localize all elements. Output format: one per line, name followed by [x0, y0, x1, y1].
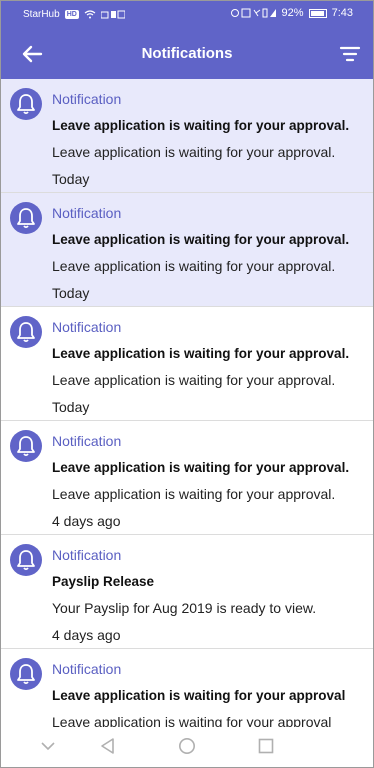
notification-time: 4 days ago	[52, 513, 121, 529]
notification-category: Notification	[52, 205, 122, 221]
bell-icon	[10, 202, 42, 234]
notification-body: Leave application is waiting for your ap…	[52, 714, 332, 727]
notification-category: Notification	[52, 547, 122, 563]
notification-category: Notification	[52, 433, 122, 449]
notification-category: Notification	[52, 319, 122, 335]
bell-icon	[10, 658, 42, 690]
bell-icon	[10, 88, 42, 120]
notification-subject: Leave application is waiting for your ap…	[52, 688, 346, 703]
filter-icon[interactable]	[339, 45, 361, 63]
network-badge: HD	[64, 10, 79, 19]
notification-category: Notification	[52, 661, 122, 677]
app-bar: Notifications	[1, 29, 373, 79]
notification-time: 4 days ago	[52, 627, 121, 643]
notification-item[interactable]: Notification Leave application is waitin…	[1, 649, 373, 727]
notification-body: Leave application is waiting for your ap…	[52, 144, 336, 160]
page-title: Notifications	[141, 45, 233, 62]
notification-item[interactable]: Notification Leave application is waitin…	[1, 79, 373, 193]
wifi-icon	[84, 10, 96, 19]
bell-icon	[10, 430, 42, 462]
system-navigation-bar	[1, 727, 373, 767]
notification-item[interactable]: Notification Leave application is waitin…	[1, 307, 373, 421]
back-triangle-icon[interactable]	[99, 737, 117, 755]
notification-list: Notification Leave application is waitin…	[1, 79, 373, 727]
notification-time: Today	[52, 399, 90, 415]
chevron-down-icon[interactable]	[39, 737, 57, 755]
notification-subject: Leave application is waiting for your ap…	[52, 346, 350, 361]
status-bar: StarHub HD 92% 7:43	[1, 1, 373, 29]
notification-time: Today	[52, 171, 90, 187]
notification-subject: Leave application is waiting for your ap…	[52, 460, 350, 475]
notification-body: Leave application is waiting for your ap…	[52, 258, 336, 274]
home-circle-icon[interactable]	[178, 737, 196, 755]
notification-item[interactable]: Notification Leave application is waitin…	[1, 193, 373, 307]
notification-body: Leave application is waiting for your ap…	[52, 372, 336, 388]
notification-subject: Leave application is waiting for your ap…	[52, 118, 350, 133]
notification-body: Leave application is waiting for your ap…	[52, 486, 336, 502]
notification-time: Today	[52, 285, 90, 301]
clock: 7:43	[331, 7, 353, 19]
bell-icon	[10, 316, 42, 348]
bell-icon	[10, 544, 42, 576]
notification-category: Notification	[52, 91, 122, 107]
notification-body: Your Payslip for Aug 2019 is ready to vi…	[52, 600, 317, 616]
notification-subject: Payslip Release	[52, 574, 155, 589]
battery-icon	[308, 8, 327, 18]
status-icons	[230, 8, 276, 18]
notification-item[interactable]: Notification Leave application is waitin…	[1, 421, 373, 535]
carrier-label: StarHub	[23, 9, 60, 20]
phone-screen: StarHub HD 92% 7:43 Notifications Notifi…	[0, 0, 374, 768]
recents-square-icon[interactable]	[257, 737, 275, 755]
notification-item[interactable]: Notification Payslip Release Your Paysli…	[1, 535, 373, 649]
notification-subject: Leave application is waiting for your ap…	[52, 232, 350, 247]
battery-percent: 92%	[281, 7, 304, 19]
notification-icons	[100, 10, 125, 19]
